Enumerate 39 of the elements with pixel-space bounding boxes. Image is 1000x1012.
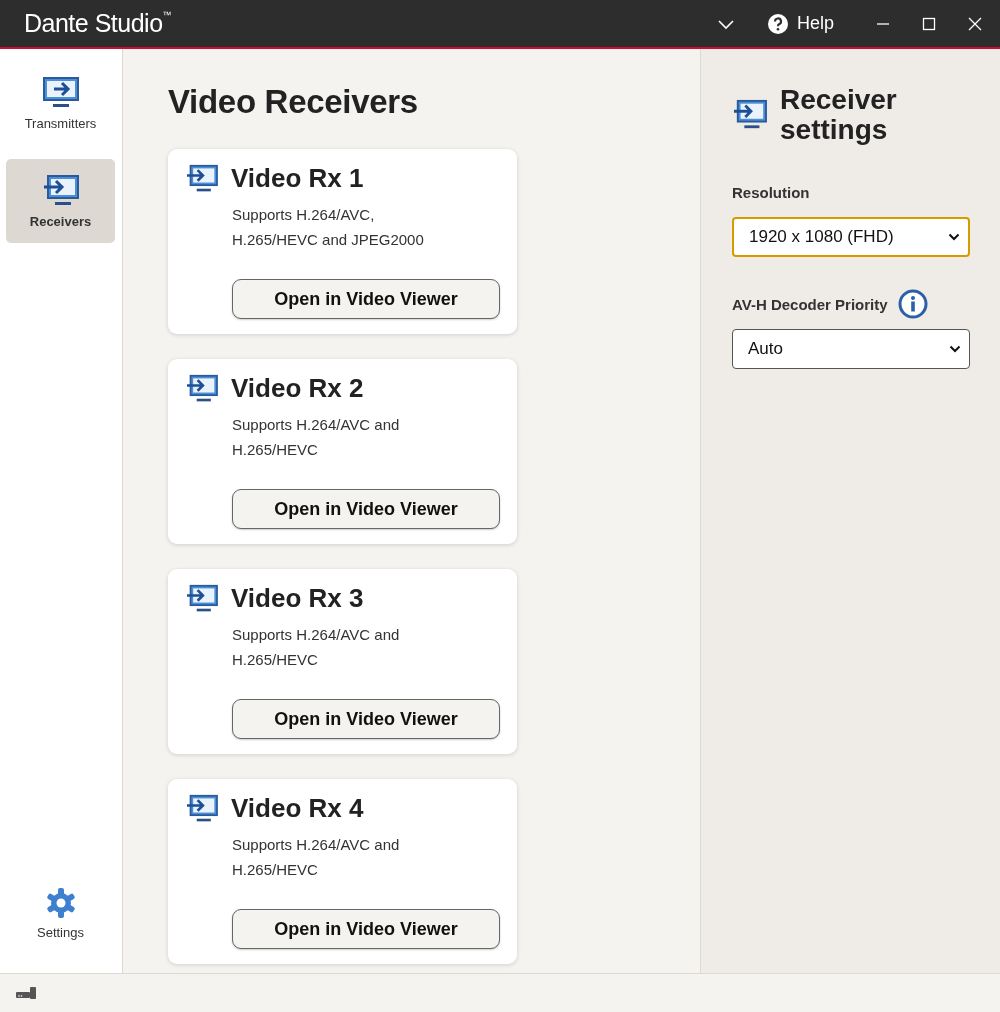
chevron-down-icon [949, 345, 961, 353]
settings-icon [44, 886, 77, 919]
page-heading: Video Receivers [168, 83, 419, 121]
monitor-arrow-icon [185, 793, 219, 824]
field-label: Resolution [732, 183, 810, 201]
card-title: Video Rx 2 [231, 373, 364, 404]
monitor-arrow-icon [732, 99, 768, 131]
settings-button[interactable]: Settings [6, 871, 115, 955]
monitor-arrow-icon [41, 173, 80, 208]
sidebar-item[interactable]: Transmitters [6, 61, 115, 145]
card-title: Video Rx 4 [231, 793, 364, 824]
open-viewer-button[interactable]: Open in Video Viewer [232, 909, 500, 949]
monitor-arrow-icon [185, 373, 219, 404]
dropdown[interactable]: Auto [732, 329, 970, 369]
monitor-arrow-icon [185, 163, 219, 194]
dropdown[interactable]: 1920 x 1080 (FHD) [732, 217, 970, 257]
close-icon[interactable] [968, 16, 982, 31]
info-icon[interactable] [897, 289, 928, 319]
chevron-down-icon [948, 233, 960, 241]
card-description: Supports H.264/AVC, H.265/HEVC and JPEG2000 [232, 205, 425, 250]
monitor-arrow-icon [185, 583, 219, 614]
window-title: Dante Studio$^{™}$ [24, 9, 172, 38]
panel-heading: Receiver settings [780, 85, 898, 145]
help-button[interactable]: Help [766, 12, 834, 35]
card-description: Supports H.264/AVC and H.265/HEVC [232, 625, 401, 670]
maximize-icon[interactable] [922, 16, 936, 31]
card-title: Video Rx 3 [231, 583, 364, 614]
monitor-arrow-icon [41, 75, 80, 110]
open-viewer-button[interactable]: Open in Video Viewer [232, 489, 500, 529]
card-description: Supports H.264/AVC and H.265/HEVC [232, 835, 401, 880]
field-label: AV-H Decoder Priority [732, 295, 888, 313]
open-viewer-button[interactable]: Open in Video Viewer [232, 699, 500, 739]
sidebar-item[interactable]: Receivers [6, 159, 115, 243]
card-description: Supports H.264/AVC and H.265/HEVC [232, 415, 401, 460]
device-icon [15, 986, 37, 1000]
open-viewer-button[interactable]: Open in Video Viewer [232, 279, 500, 319]
chevron-down-icon[interactable] [716, 17, 735, 30]
card-title: Video Rx 1 [231, 163, 364, 194]
help-icon [766, 12, 789, 35]
